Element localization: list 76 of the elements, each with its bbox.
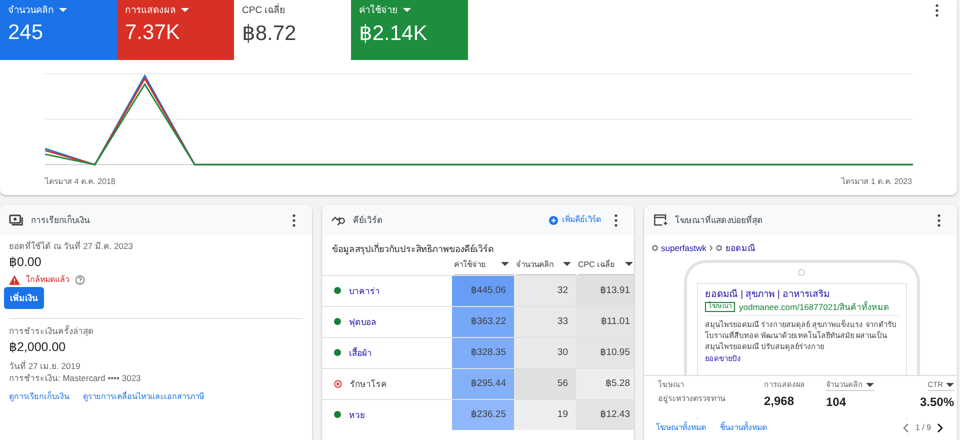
prev-icon[interactable]	[903, 423, 910, 433]
card-title: คีย์เวิร์ด	[353, 214, 383, 226]
table-cell: ฿236.25	[452, 400, 514, 430]
column-header[interactable]: CPC เฉลี่ย	[578, 258, 634, 275]
caret-icon	[946, 382, 954, 387]
plus-icon	[549, 216, 558, 224]
caret-icon	[866, 382, 874, 387]
ads-link[interactable]: โฆษณาทั้งหมด	[656, 423, 706, 433]
billing-link[interactable]: ดูรายการเคลื่อนไหวและเอกสารภาษี	[83, 392, 204, 402]
last-payment-label: การชำระเงินครั้งล่าสุด	[9, 326, 94, 336]
payment-date: วันที่ 27 เม.ย. 2019	[9, 360, 80, 372]
warning-text: ใกล้หมดแล้ว	[26, 275, 69, 285]
table-cell: ฿328.35	[452, 338, 514, 368]
keyword-link[interactable]: รักษาโรค	[350, 378, 387, 389]
keyword-icon	[331, 214, 346, 226]
balance-amount: ฿0.00	[9, 255, 42, 270]
table-cell: 19	[514, 400, 576, 430]
table-cell: ฿10.95	[576, 338, 634, 368]
axis-label: ไตรมาส 4 ต.ค. 2018	[45, 177, 116, 187]
axis-label: ไตรมาส 1 ต.ค. 2023	[842, 177, 912, 187]
more-icon[interactable]	[935, 4, 939, 17]
keyword-link[interactable]: บาคาร่า	[349, 286, 380, 296]
column-header[interactable]: จำนวนคลิก	[516, 258, 576, 275]
metric-tile[interactable]: การแสดงผล 7.37K	[117, 0, 234, 60]
add-keyword-link[interactable]: เพิ่มคีย์เวิร์ด	[549, 215, 601, 225]
chevron-icon	[709, 245, 714, 252]
table-cell: ฿363.22	[452, 306, 514, 337]
camera-icon	[798, 269, 805, 276]
caret-icon	[181, 8, 189, 12]
stat-value: 2,968	[764, 394, 794, 409]
payment-method: การชำระเงิน: Mastercard •••• 3023	[9, 372, 141, 384]
breadcrumb-link[interactable]: ยอดมณี	[725, 243, 756, 254]
table-title: ข้อมูลสรุปเกี่ยวกับประสิทธิภาพของคีย์เวิร์ด	[331, 242, 495, 256]
caret-icon	[501, 262, 509, 266]
ads-link[interactable]: ชิ้นงานทั้งหมด	[720, 423, 767, 433]
stat-value: 3.50%	[920, 395, 954, 410]
table-cell: 30	[514, 338, 576, 368]
billing-link[interactable]: ดูการเรียกเก็บเงิน	[9, 392, 69, 402]
ad-headline: ยอดมณี | สุขภาพ | อาหารเสริม	[705, 289, 830, 301]
keyword-link[interactable]: เสื้อผ้า	[349, 348, 372, 358]
card-title: การเรียกเก็บเงิน	[31, 214, 90, 226]
more-icon[interactable]	[937, 214, 941, 226]
table-cell: 32	[514, 276, 576, 306]
payment-amount: ฿2,000.00	[9, 340, 66, 356]
table-cell: ฿13.91	[576, 276, 634, 306]
money-icon	[9, 214, 24, 226]
table-cell: ฿445.06	[452, 276, 514, 306]
next-icon[interactable]	[937, 423, 943, 433]
card-title: โฆษณาที่แสดงบ่อยที่สุด	[675, 214, 763, 226]
caret-icon	[563, 262, 571, 266]
balance-label: ยอดที่ใช้ได้ ณ วันที่ 27 มี.ค. 2023	[9, 241, 133, 252]
page-indicator: 1 / 9	[915, 423, 931, 433]
more-icon[interactable]	[614, 214, 618, 226]
stat-value: อยู่ระหว่างตรวจทาน	[658, 394, 725, 404]
caret-icon	[625, 262, 633, 266]
table-cell: 33	[514, 306, 576, 337]
keyword-link[interactable]: ฟุตบอล	[349, 316, 376, 327]
keyword-link[interactable]: หวย	[349, 410, 365, 420]
ad-window-icon	[653, 214, 668, 226]
table-cell: ฿5.28	[576, 368, 634, 399]
add-funds-button[interactable]: เพิ่มเงิน	[4, 287, 44, 310]
table-cell: ฿11.01	[576, 306, 634, 337]
table-cell: ฿12.43	[576, 400, 634, 430]
caret-icon	[59, 8, 67, 12]
stat-value: 104	[826, 395, 846, 410]
more-icon[interactable]	[292, 214, 296, 226]
caret-icon	[403, 8, 411, 12]
warning-icon	[9, 275, 20, 286]
metric-tile[interactable]: จำนวนคลิก 245	[0, 0, 117, 60]
table-cell: 56	[514, 368, 576, 399]
table-cell: ฿295.44	[452, 368, 514, 399]
help-icon[interactable]	[75, 275, 85, 286]
ad-url: yodmanee.com/16877021/สินค้าทั้งหมด	[739, 302, 890, 312]
metric-tile[interactable]: ค่าใช้จ่าย ฿2.14K	[351, 0, 468, 60]
breadcrumb-link[interactable]: superfastwk	[661, 243, 706, 254]
column-header[interactable]: ค่าใช้จ่าย	[454, 258, 514, 275]
